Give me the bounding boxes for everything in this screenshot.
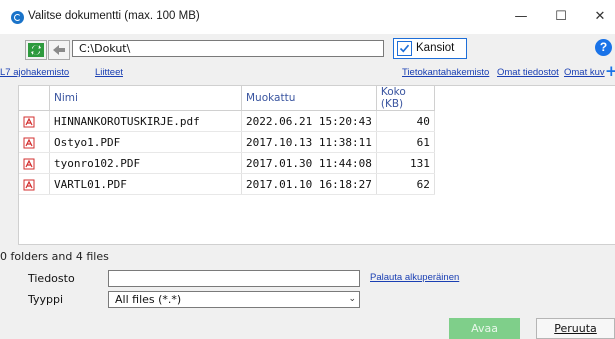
plus-icon[interactable]: + (605, 64, 615, 79)
pdf-cell (19, 110, 50, 132)
icon-column-header (19, 86, 50, 111)
cancel-label: Peruuta (554, 322, 597, 335)
folders-checkbox[interactable]: Kansiot (393, 38, 467, 59)
folders-label: Kansiot (416, 42, 455, 54)
file-picker-dialog: Valitse dokumentti (max. 100 MB) — ☐ ✕ C… (0, 0, 615, 339)
refresh-button[interactable] (25, 40, 47, 60)
pdf-cell (19, 173, 50, 195)
arrow-left-icon (53, 45, 65, 55)
l7-directory-link[interactable]: L7 ajohakemisto (0, 67, 69, 78)
file-modified: 2017.01.30 11:44:08 (241, 152, 377, 174)
own-images-link[interactable]: Omat kuv (564, 67, 605, 78)
window-title: Valitse dokumentti (max. 100 MB) (28, 10, 200, 22)
chevron-down-icon: ⌄ (348, 294, 356, 304)
checkbox-checked-icon (397, 41, 412, 56)
column-header-size[interactable]: Koko (KB) (376, 86, 435, 111)
file-size: 62 (376, 173, 435, 195)
file-size: 61 (376, 131, 435, 153)
file-size: 131 (376, 152, 435, 174)
open-button[interactable]: Avaa (449, 318, 520, 339)
path-input[interactable]: C:\Dokut\ (72, 40, 384, 57)
file-name: VARTL01.PDF (49, 173, 242, 195)
table-header-row: Nimi Muokattu Koko (KB) (19, 86, 435, 111)
help-icon[interactable]: ? (595, 39, 612, 56)
table-row[interactable]: VARTL01.PDF 2017.01.10 16:18:27 62 (19, 173, 435, 195)
table-row[interactable]: Ostyo1.PDF 2017.10.13 11:38:11 61 (19, 131, 435, 153)
file-name: tyonro102.PDF (49, 152, 242, 174)
table-row[interactable]: tyonro102.PDF 2017.01.30 11:44:08 131 (19, 152, 435, 174)
file-modified: 2017.10.13 11:38:11 (241, 131, 377, 153)
column-header-modified[interactable]: Muokattu (241, 86, 377, 111)
table-row[interactable]: HINNANKOROTUSKIRJE.pdf 2022.06.21 15:20:… (19, 110, 435, 132)
file-type-select[interactable]: All files (*.*) ⌄ (108, 291, 360, 308)
file-name: HINNANKOROTUSKIRJE.pdf (49, 110, 242, 132)
pdf-icon (23, 179, 35, 190)
file-label: Tiedosto (28, 272, 75, 285)
pdf-cell (19, 131, 50, 153)
filename-input[interactable] (108, 270, 360, 287)
refresh-icon (28, 43, 44, 57)
pdf-icon (23, 158, 35, 169)
file-list[interactable]: Nimi Muokattu Koko (KB) HINNANKOROTUSKIR… (18, 85, 615, 245)
own-files-link[interactable]: Omat tiedostot (497, 67, 559, 78)
cancel-button[interactable]: Peruuta (536, 318, 615, 339)
app-icon (11, 11, 24, 24)
status-text: 0 folders and 4 files (0, 250, 109, 263)
file-type-value: All files (*.*) (115, 293, 182, 306)
title-bar: Valitse dokumentti (max. 100 MB) — ☐ ✕ (0, 0, 615, 34)
file-size: 40 (376, 110, 435, 132)
pdf-icon (23, 137, 35, 148)
back-button[interactable] (48, 40, 70, 60)
file-modified: 2017.01.10 16:18:27 (241, 173, 377, 195)
file-name: Ostyo1.PDF (49, 131, 242, 153)
type-label: Tyyppi (28, 293, 64, 306)
attachments-link[interactable]: Liitteet (95, 67, 123, 78)
minimize-button[interactable]: — (504, 6, 538, 28)
file-modified: 2022.06.21 15:20:43 (241, 110, 377, 132)
close-button[interactable]: ✕ (583, 6, 615, 28)
pdf-cell (19, 152, 50, 174)
pdf-icon (23, 116, 35, 127)
file-table: Nimi Muokattu Koko (KB) HINNANKOROTUSKIR… (19, 86, 435, 195)
maximize-button[interactable]: ☐ (544, 6, 578, 28)
database-directory-link[interactable]: Tietokantahakemisto (402, 67, 489, 78)
column-header-name[interactable]: Nimi (49, 86, 242, 111)
restore-original-link[interactable]: Palauta alkuperäinen (370, 272, 459, 283)
